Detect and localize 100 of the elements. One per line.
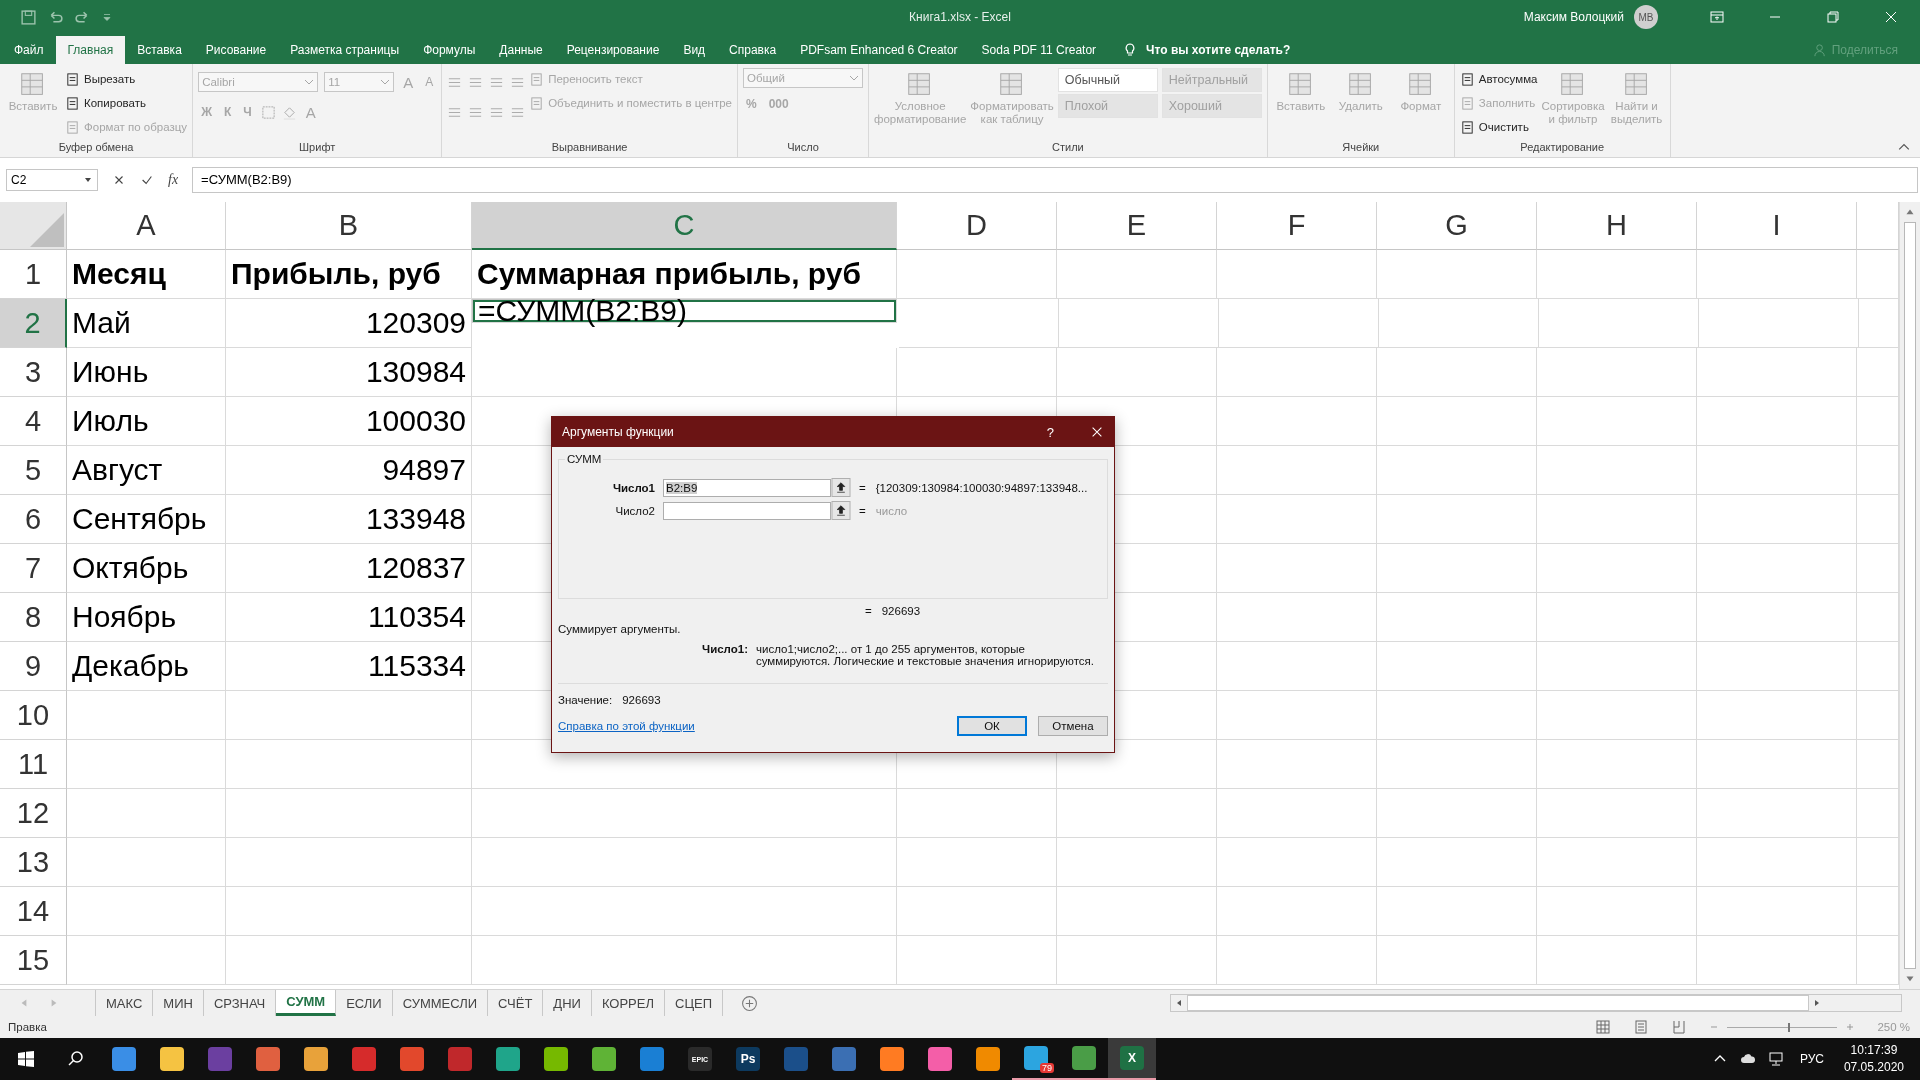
argument-field[interactable] [663,501,831,520]
row-header[interactable]: 2 [0,299,67,348]
table-cell: Август [67,446,226,495]
column-header[interactable]: F [1217,202,1377,250]
network-icon[interactable] [1767,1051,1784,1067]
argument-label: Число2 [614,504,656,517]
ribbon-tab[interactable]: Рецензирование [554,36,672,64]
window-title: Книга1.xlsx - Excel [909,10,1011,24]
ribbon-display-icon[interactable] [1709,9,1725,25]
row-header[interactable]: 7 [0,544,67,593]
ribbon-button[interactable]: Вырезать [65,68,188,90]
ribbon-tab[interactable]: Данные [487,36,555,64]
collapse-dialog-icon[interactable] [831,501,851,520]
dialog-button[interactable]: Отмена [1038,716,1108,736]
name-box[interactable]: C2 [6,169,98,191]
save-icon[interactable] [20,8,37,26]
value-label: Значение: [558,694,613,706]
column-header[interactable]: C [472,202,897,250]
dialog-button[interactable]: ОК [957,716,1027,736]
group-label: Выравнивание [550,141,629,155]
argument-result: {120309:130984:100030:94897:133948... [875,481,1088,494]
ribbon-tab[interactable]: PDFsam Enhanced 6 Creator [788,36,970,64]
function-description: Суммирует аргументы. [558,623,682,635]
column-header[interactable]: A [67,202,226,250]
document-icon [1459,95,1475,111]
column-header[interactable]: D [897,202,1057,250]
ribbon-tab[interactable]: Файл [2,36,56,64]
clock-time[interactable]: 10:17:39 [1850,1042,1898,1059]
row-header[interactable]: 8 [0,593,67,642]
ribbon-button[interactable]: Копировать [65,92,188,114]
tell-me-search[interactable]: Что вы хотите сделать? [1146,36,1291,64]
table-cell: 100030 [226,397,472,446]
page-break-icon[interactable] [1671,1019,1688,1035]
sheet-tab[interactable]: СУММ [276,990,337,1016]
clock-date[interactable]: 07.05.2020 [1843,1059,1904,1076]
table-cell: 133948 [226,495,472,544]
table-cell: Июнь [67,348,226,397]
document-icon [65,95,80,111]
normal-view-icon[interactable] [1595,1019,1612,1035]
row-header[interactable]: 12 [0,789,67,838]
row-header[interactable]: 4 [0,397,67,446]
cell-style-button[interactable]: Обычный [1057,68,1158,92]
vertical-scrollbar[interactable] [1899,202,1920,989]
help-button[interactable]: ? [1046,424,1054,440]
ribbon-tab[interactable]: Разметка страницы [278,36,412,64]
language-indicator[interactable]: РУС [1799,1052,1824,1066]
ribbon-tab[interactable]: Главная [55,36,126,64]
formula-field[interactable]: =СУММ(B2:B9) [192,167,1918,193]
close-icon[interactable] [1883,9,1899,25]
row-header[interactable]: 5 [0,446,67,495]
vertical-scrollbar-thumb[interactable] [1904,221,1916,970]
argument-label: Число1 [611,481,656,494]
ribbon-button[interactable]: Автосумма [1459,68,1538,90]
document-icon [529,71,545,87]
ribbon-tab[interactable]: Рисование [193,36,279,64]
ribbon-tab[interactable]: Soda PDF 11 Creator [969,36,1109,64]
table-cell: Май [67,299,226,348]
restore-icon[interactable] [1825,9,1841,25]
column-header[interactable]: H [1537,202,1697,250]
row-header[interactable]: 3 [0,348,67,397]
zoom-slider-thumb[interactable] [1787,1022,1790,1032]
column-header[interactable]: I [1697,202,1857,250]
windows-start-icon[interactable] [16,1049,36,1069]
close-icon[interactable] [1090,425,1104,439]
row-header[interactable]: 14 [0,887,67,936]
argument-field[interactable]: B2:B9 [663,478,831,497]
table-cell: 110354 [226,593,472,642]
table-cell: Сентябрь [67,495,226,544]
row-header[interactable]: 13 [0,838,67,887]
table-cell: Суммарная прибыль, руб [472,250,897,299]
collapse-dialog-icon[interactable] [831,478,851,497]
taskbar-button[interactable]: 79 [1012,1038,1060,1080]
column-header[interactable]: E [1057,202,1217,250]
dialog-title: Аргументы функции [562,425,674,439]
ribbon-tab[interactable]: Формулы [411,36,488,64]
ribbon-tab[interactable]: Справка [717,36,789,64]
page-layout-icon[interactable] [1633,1019,1650,1035]
taskbar-button[interactable]: X [1108,1038,1156,1080]
column-header[interactable]: B [226,202,472,250]
collapse-ribbon-icon[interactable] [1898,141,1910,153]
insert-function-button[interactable]: fx [168,172,179,188]
function-help-link[interactable]: Справка по этой функции [558,720,695,732]
document-icon [529,95,545,111]
ribbon-tab[interactable]: Вид [671,36,718,64]
equals-sign: = [859,504,866,517]
function-name: СУММ [565,453,604,465]
row-header[interactable]: 9 [0,642,67,691]
ribbon-tab[interactable]: Вставка [125,36,194,64]
scrollbar-thumb[interactable] [1187,995,1809,1011]
status-mode: Правка [8,1021,47,1033]
ribbon-button[interactable]: Очистить [1459,116,1538,138]
row-header[interactable]: 10 [0,691,67,740]
column-header[interactable]: G [1377,202,1537,250]
add-sheet-icon[interactable] [741,994,759,1012]
taskbar-button[interactable]: Ps [724,1038,772,1080]
row-header[interactable]: 11 [0,740,67,789]
row-header[interactable]: 15 [0,936,67,985]
row-header[interactable]: 6 [0,495,67,544]
horizontal-scrollbar[interactable] [1170,994,1902,1012]
user-avatar[interactable]: MB [1634,5,1658,29]
